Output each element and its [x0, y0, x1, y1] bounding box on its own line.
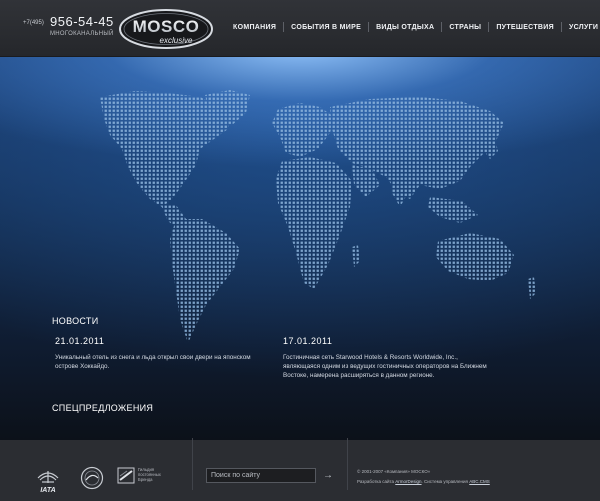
- world-map-dots: [0, 57, 600, 440]
- news-date: 21.01.2011: [55, 336, 105, 346]
- footer-divider: [347, 438, 348, 490]
- site-header: +7(495) 956-54-45 МНОГОКАНАЛЬНЫЙ MOSCO e…: [0, 0, 600, 57]
- nav-separator: [441, 22, 443, 32]
- search-input[interactable]: [206, 468, 316, 483]
- site-search: →: [206, 468, 344, 483]
- phone-caption: МНОГОКАНАЛЬНЫЙ: [50, 31, 114, 37]
- hero-map-section: [0, 57, 600, 440]
- nav-separator: [488, 22, 490, 32]
- nav-item-travel[interactable]: ПУТЕШЕСТВИЯ: [496, 24, 554, 31]
- nav-item-countries[interactable]: СТРАНЫ: [449, 24, 481, 31]
- iata-logo[interactable]: IATA: [34, 468, 62, 494]
- guild-badge-caption: Гильдия постоянных Бренда: [138, 467, 161, 483]
- nav-item-services[interactable]: УСЛУГИ: [569, 24, 598, 31]
- developer-credits: Разработка сайта ArmorDesign. Система уп…: [357, 477, 490, 487]
- developer-link[interactable]: ArmorDesign: [395, 479, 421, 484]
- special-offers-heading[interactable]: СПЕЦПРЕДЛОЖЕНИЯ: [52, 403, 153, 413]
- round-badge-icon[interactable]: [80, 466, 104, 490]
- phone-number[interactable]: 956-54-45: [50, 14, 114, 29]
- mosco-logo[interactable]: MOSCO exclusive: [118, 8, 214, 50]
- iata-label: IATA: [40, 487, 55, 494]
- nav-item-world-events[interactable]: СОБЫТИЯ В МИРЕ: [291, 24, 361, 31]
- news-text-link[interactable]: Гостиничная сеть Starwood Hotels & Resor…: [283, 353, 493, 380]
- news-text-link[interactable]: Уникальный отель из снега и льда открыл …: [55, 353, 265, 371]
- credits-middle: . Система управления: [421, 479, 468, 484]
- site-footer: IATA Гильдия постоянных Бренда → © 2001-…: [0, 438, 600, 501]
- nav-item-company[interactable]: КОМПАНИЯ: [233, 24, 276, 31]
- logo-main-text: MOSCO: [133, 17, 200, 36]
- guild-badge-icon[interactable]: [117, 467, 135, 484]
- news-date: 17.01.2011: [283, 336, 333, 346]
- credits-prefix: Разработка сайта: [357, 479, 395, 484]
- nav-item-holiday-types[interactable]: ВИДЫ ОТДЫХА: [376, 24, 434, 31]
- news-item[interactable]: 17.01.2011 Гостиничная сеть Starwood Hot…: [283, 336, 493, 380]
- news-item[interactable]: 21.01.2011 Уникальный отель из снега и л…: [55, 336, 265, 371]
- nav-separator: [368, 22, 370, 32]
- news-heading: НОВОСТИ: [52, 316, 99, 326]
- copyright-line: © 2001-2007 «Компания» МОСКО»: [357, 469, 431, 474]
- arrow-right-icon[interactable]: →: [323, 468, 333, 483]
- nav-separator: [283, 22, 285, 32]
- main-nav: КОМПАНИЯ СОБЫТИЯ В МИРЕ ВИДЫ ОТДЫХА СТРА…: [233, 22, 598, 32]
- logo-sub-text: exclusive: [160, 36, 193, 45]
- cms-link[interactable]: ABC.CMS: [469, 479, 490, 484]
- nav-separator: [560, 22, 562, 32]
- footer-divider: [192, 438, 193, 490]
- phone-prefix: +7(495): [23, 20, 44, 26]
- copyright: © 2001-2007 «Компания» МОСКО» Разработка…: [357, 467, 490, 487]
